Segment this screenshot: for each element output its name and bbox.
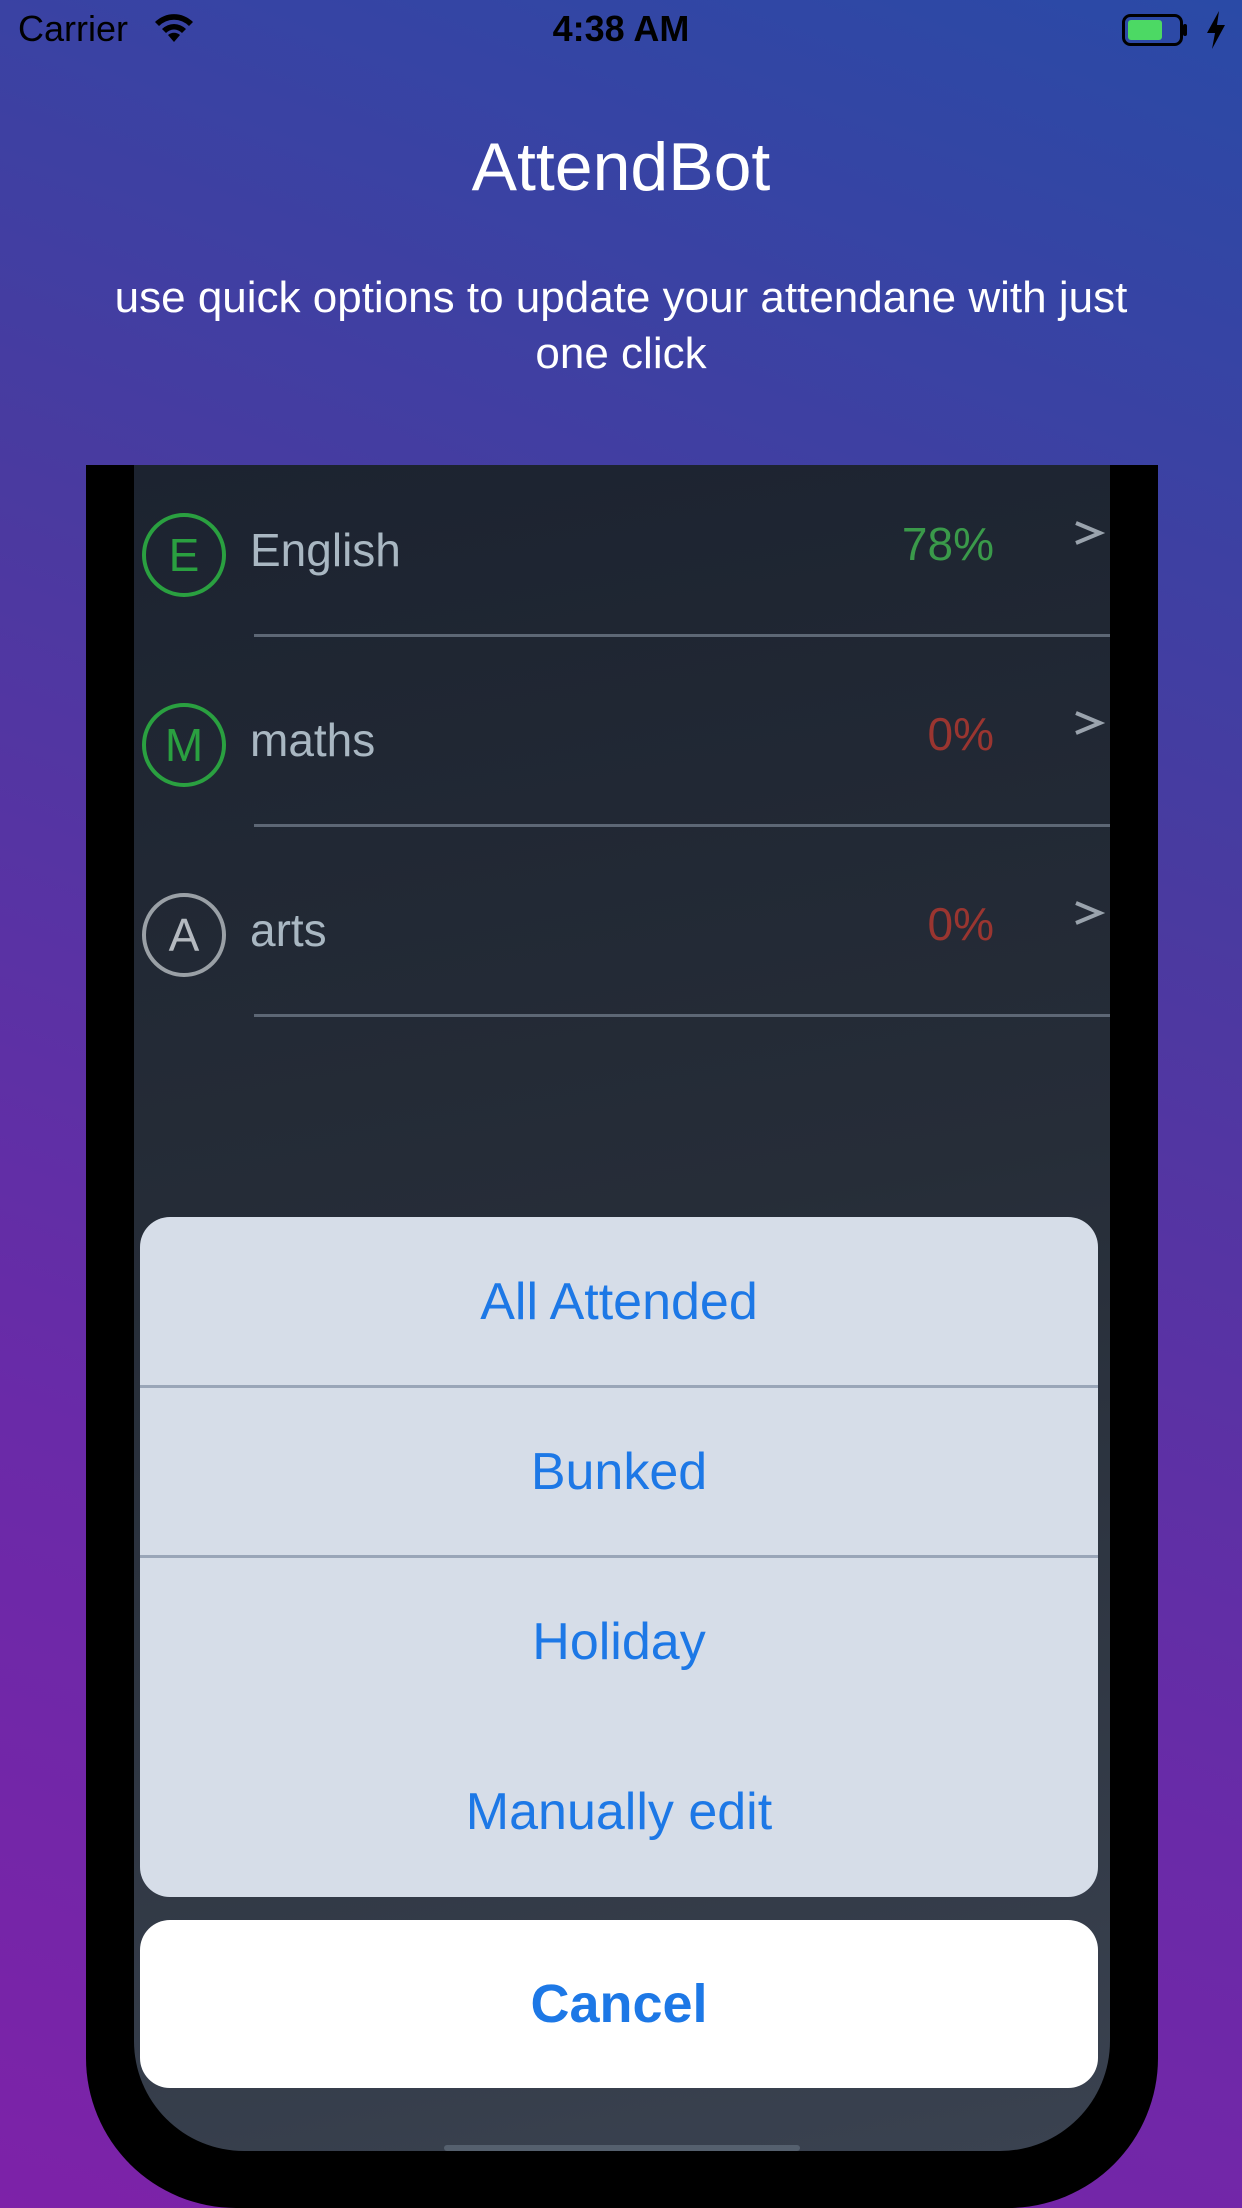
attendance-percent: 78% — [901, 518, 994, 570]
subject-row-english[interactable]: E English 78% — [134, 465, 1110, 655]
clock: 4:38 AM — [552, 8, 690, 49]
battery-icon — [1122, 14, 1187, 46]
row-divider — [254, 824, 1110, 827]
subject-initial-badge: A — [142, 893, 226, 977]
chevron-right-icon — [1075, 901, 1106, 925]
holiday-button[interactable]: Holiday — [140, 1557, 1098, 1727]
row-divider — [254, 634, 1110, 637]
action-sheet: All Attended Bunked Holiday Manually edi… — [140, 1217, 1098, 1897]
phone-mockup: E English 78% M maths 0% A arts 0% All A… — [86, 465, 1158, 2208]
subject-initial-badge: E — [142, 513, 226, 597]
cancel-button[interactable]: Cancel — [140, 1920, 1098, 2088]
attendance-percent: 0% — [927, 898, 994, 950]
phone-screen: E English 78% M maths 0% A arts 0% All A… — [134, 465, 1110, 2151]
page-subtitle: use quick options to update your attenda… — [114, 273, 1128, 378]
subject-initial-badge: M — [142, 703, 226, 787]
page-title: AttendBot — [471, 129, 771, 205]
chevron-right-icon — [1075, 711, 1106, 735]
row-divider — [254, 1014, 1110, 1017]
home-indicator — [444, 2145, 800, 2151]
status-bar: Carrier 4:38 AM — [0, 0, 1242, 62]
subject-name: arts — [250, 904, 327, 956]
chevron-right-icon — [1075, 521, 1106, 545]
subject-row-arts[interactable]: A arts 0% — [134, 845, 1110, 1035]
subject-name: maths — [250, 714, 376, 766]
subject-row-maths[interactable]: M maths 0% — [134, 655, 1110, 845]
charging-bolt-icon — [1207, 11, 1225, 49]
attendance-percent: 0% — [927, 708, 994, 760]
bunked-button[interactable]: Bunked — [140, 1387, 1098, 1557]
all-attended-button[interactable]: All Attended — [140, 1217, 1098, 1387]
manually-edit-button[interactable]: Manually edit — [140, 1727, 1098, 1897]
subject-name: English — [250, 524, 401, 576]
